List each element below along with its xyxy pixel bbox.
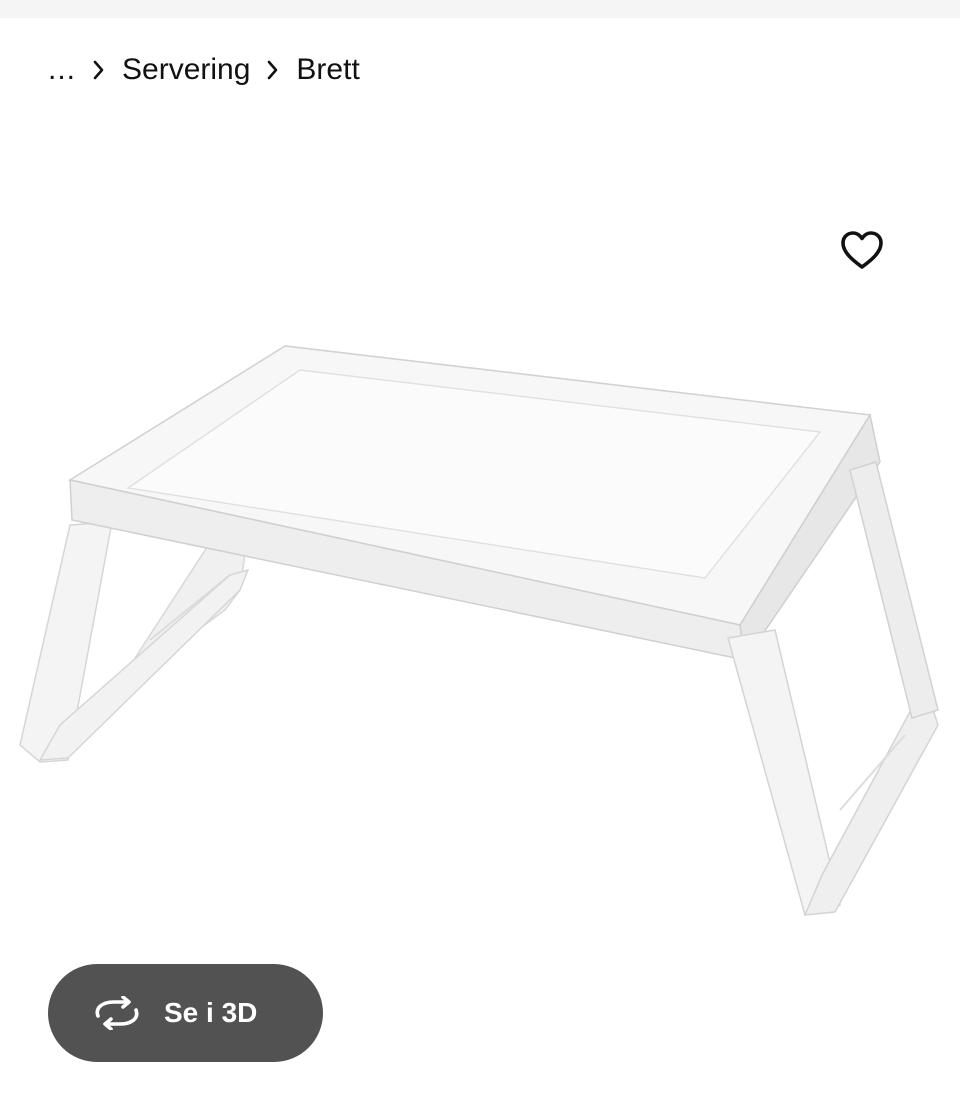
heart-icon — [841, 231, 883, 269]
breadcrumb-item-servering[interactable]: Servering — [122, 53, 250, 87]
breadcrumb: ... Servering Brett — [48, 48, 360, 92]
chevron-right-icon — [84, 59, 114, 81]
chevron-right-icon — [258, 59, 288, 81]
breadcrumb-item-more[interactable]: ... — [48, 53, 76, 87]
view-in-3d-button[interactable]: Se i 3D — [48, 964, 323, 1062]
favorite-button[interactable] — [834, 222, 890, 278]
rotate-3d-icon — [90, 993, 144, 1033]
top-status-strip — [0, 0, 960, 18]
view-in-3d-label: Se i 3D — [164, 997, 258, 1028]
breadcrumb-item-brett[interactable]: Brett — [296, 53, 359, 87]
product-image — [19, 345, 939, 916]
